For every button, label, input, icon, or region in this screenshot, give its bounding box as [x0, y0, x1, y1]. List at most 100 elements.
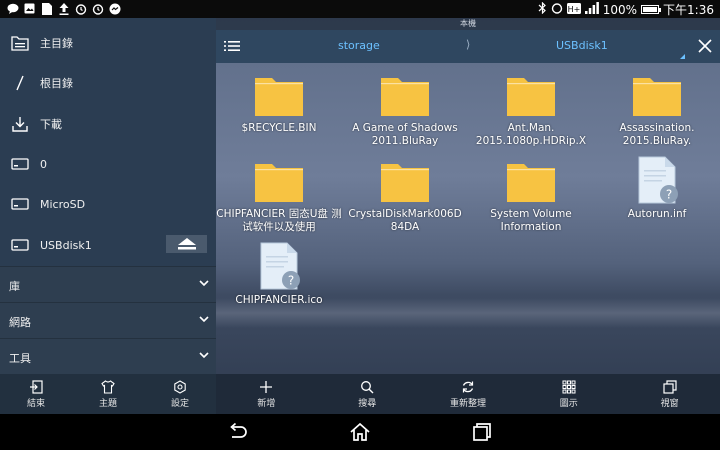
file-name: CrystalDiskMark006D 84DA [348, 208, 462, 233]
home-folder-icon [11, 34, 29, 52]
search-label: 搜尋 [358, 398, 377, 409]
breadcrumb-dropdown-indicator[interactable] [680, 54, 685, 59]
new-button[interactable]: 新增 [216, 374, 317, 414]
file-browser: 本機 storage ⟩ USBdisk1 $RECYCLE.BIN A Game… [216, 18, 720, 414]
file-name: Autorun.inf [627, 208, 687, 220]
folder-item[interactable]: A Game of Shadows 2011.BluRay [342, 70, 468, 156]
refresh-button[interactable]: 重新整理 [418, 374, 519, 414]
theme-label: 主題 [98, 398, 117, 409]
sidebar-item-label: 主目錄 [40, 37, 73, 50]
folder-icon [507, 164, 555, 202]
file-name: CHIPFANCIER 固态U盘 测试软件以及使用 [216, 208, 342, 233]
search-icon [361, 380, 374, 393]
sidebar-item-label: 根目錄 [40, 77, 73, 90]
search-button[interactable]: 搜尋 [317, 374, 418, 414]
usb-drive-icon [11, 236, 29, 254]
upload-icon [57, 2, 70, 15]
plus-icon [260, 380, 273, 393]
menu-icon[interactable] [224, 38, 240, 54]
refresh-label: 重新整理 [449, 398, 486, 409]
new-label: 新增 [257, 398, 276, 409]
status-bar: H+ 100% 下午1:36 [0, 0, 720, 18]
breadcrumb-storage[interactable]: storage [338, 39, 380, 52]
clock: 下午1:36 [663, 3, 714, 17]
exit-button[interactable]: 結束 [0, 374, 72, 414]
chevron-down-icon [199, 316, 209, 323]
sidebar: 主目錄 根目錄 下載 0 MicroSD USBdisk1 庫 網路 工具 結束… [0, 18, 216, 414]
svg-text:?: ? [288, 274, 294, 288]
location-strip-label: 本機 [460, 19, 476, 28]
home-icon[interactable] [349, 421, 371, 443]
sidebar-item-label: 下載 [40, 118, 62, 131]
folder-icon [381, 78, 429, 116]
windows-icon [662, 379, 677, 394]
navigation-bar [0, 414, 720, 450]
bluetooth-icon [538, 1, 547, 17]
folder-icon [633, 78, 681, 116]
folder-icon [255, 164, 303, 202]
battery-icon [641, 5, 662, 14]
folder-item[interactable]: CrystalDiskMark006D 84DA [342, 156, 468, 242]
folder-item[interactable]: Ant.Man. 2015.1080p.HDRip.X [468, 70, 594, 156]
battery-percent: 100% [602, 2, 638, 17]
folder-item[interactable]: System Volume Information [468, 156, 594, 242]
folder-icon [381, 164, 429, 202]
folder-item[interactable]: CHIPFANCIER 固态U盘 测试软件以及使用 [216, 156, 342, 242]
chat-icon [6, 2, 19, 15]
unknown-file-icon: ? [638, 156, 678, 204]
document-icon [40, 2, 53, 15]
grid-view-icon [562, 380, 576, 393]
folder-item[interactable]: Assassination. 2015.BluRay. [594, 70, 720, 156]
sidebar-item-storage-0[interactable]: 0 [0, 144, 216, 184]
settings-button[interactable]: 設定 [144, 374, 216, 414]
theme-button[interactable]: 主題 [72, 374, 144, 414]
eject-icon [177, 238, 196, 250]
sidebar-item-download[interactable]: 下載 [0, 104, 216, 144]
alarm-clock-icon [551, 2, 563, 17]
svg-text:H+: H+ [567, 4, 580, 13]
chevron-down-icon [199, 352, 209, 359]
windows-button[interactable]: 視窗 [619, 374, 720, 414]
back-icon[interactable] [227, 421, 249, 443]
view-icons-button[interactable]: 圖示 [518, 374, 619, 414]
file-name: Ant.Man. 2015.1080p.HDRip.X [475, 122, 587, 147]
root-slash-icon [11, 74, 29, 92]
file-item[interactable]: ? Autorun.inf [594, 156, 720, 242]
location-strip: 本機 [216, 18, 720, 30]
sidebar-item-microsd[interactable]: MicroSD [0, 184, 216, 224]
storage-device-icon [11, 155, 29, 173]
file-name: A Game of Shadows 2011.BluRay [352, 122, 458, 147]
close-icon[interactable] [696, 37, 714, 55]
system-status: H+ 100% 下午1:36 [538, 1, 714, 18]
sdcard-icon [11, 195, 29, 213]
alarm-icon [91, 2, 104, 15]
download-icon [11, 115, 29, 133]
notification-icons [6, 2, 121, 15]
folder-item[interactable]: $RECYCLE.BIN [216, 70, 342, 156]
sidebar-section-library[interactable]: 庫 [0, 266, 216, 302]
recent-apps-icon[interactable] [471, 421, 493, 443]
folder-icon [507, 78, 555, 116]
unknown-file-icon: ? [260, 242, 300, 290]
exit-icon [30, 379, 43, 394]
chevron-down-icon [199, 280, 209, 287]
section-label: 庫 [9, 280, 20, 293]
sidebar-section-network[interactable]: 網路 [0, 302, 216, 338]
gear-icon [174, 379, 186, 394]
theme-shirt-icon [101, 379, 115, 394]
action-bar: 新增 搜尋 重新整理 圖示 視窗 [216, 374, 720, 414]
file-name: $RECYCLE.BIN [241, 122, 317, 134]
file-name: Assassination. 2015.BluRay. [619, 122, 695, 147]
folder-icon [255, 78, 303, 116]
sidebar-item-root[interactable]: 根目錄 [0, 63, 216, 103]
file-item[interactable]: ? CHIPFANCIER.ico [216, 242, 342, 328]
sidebar-bottom-bar: 結束 主題 設定 [0, 374, 216, 414]
sidebar-section-tools[interactable]: 工具 [0, 338, 216, 374]
eject-button[interactable] [166, 235, 207, 253]
breadcrumb-usbdisk1[interactable]: USBdisk1 [556, 39, 608, 52]
sidebar-locations: 主目錄 根目錄 下載 0 MicroSD USBdisk1 [0, 18, 216, 266]
refresh-icon [462, 381, 474, 392]
breadcrumb-separator: ⟩ [466, 38, 471, 51]
file-name: System Volume Information [490, 208, 572, 233]
sidebar-item-home[interactable]: 主目錄 [0, 23, 216, 63]
